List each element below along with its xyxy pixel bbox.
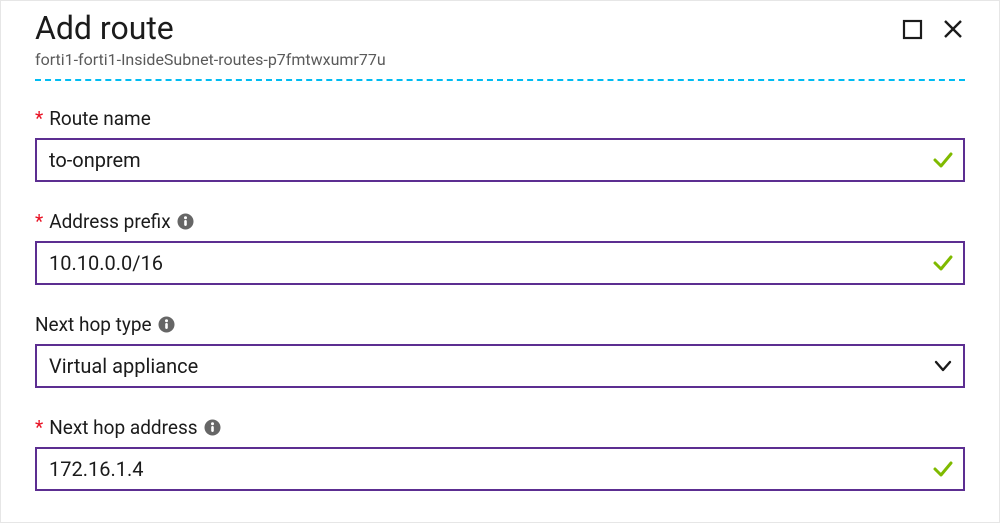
next-hop-type-group: Next hop type Virtual appliance [35, 313, 965, 388]
address-prefix-label: Address prefix [49, 210, 170, 233]
blade-title: Add route [35, 11, 886, 46]
next-hop-type-select[interactable]: Virtual appliance [35, 344, 965, 388]
address-prefix-group: * Address prefix [35, 210, 965, 285]
required-star: * [35, 418, 43, 437]
next-hop-address-input[interactable] [35, 447, 965, 491]
route-name-input[interactable] [35, 138, 965, 182]
next-hop-type-input-wrap: Virtual appliance [35, 344, 965, 388]
required-star: * [35, 212, 43, 231]
address-prefix-input-wrap [35, 241, 965, 285]
add-route-blade: Add route forti1-forti1-InsideSubnet-rou… [1, 1, 999, 511]
route-name-group: * Route name [35, 107, 965, 182]
next-hop-type-label: Next hop type [35, 313, 152, 336]
title-block: Add route forti1-forti1-InsideSubnet-rou… [35, 11, 886, 69]
blade-subtitle: forti1-forti1-InsideSubnet-routes-p7fmtw… [35, 50, 886, 69]
next-hop-address-input-wrap [35, 447, 965, 491]
address-prefix-label-row: * Address prefix [35, 210, 965, 233]
next-hop-address-group: * Next hop address [35, 416, 965, 491]
next-hop-type-label-row: Next hop type [35, 313, 965, 336]
info-icon[interactable] [177, 213, 194, 230]
route-name-label: Route name [49, 107, 151, 130]
route-name-input-wrap [35, 138, 965, 182]
header-divider [35, 79, 965, 81]
window-controls [902, 17, 965, 45]
info-icon[interactable] [204, 419, 221, 436]
maximize-icon[interactable] [902, 19, 923, 44]
route-name-label-row: * Route name [35, 107, 965, 130]
blade-header: Add route forti1-forti1-InsideSubnet-rou… [35, 11, 965, 69]
required-star: * [35, 109, 43, 128]
next-hop-address-label-row: * Next hop address [35, 416, 965, 439]
close-icon[interactable] [941, 17, 965, 45]
info-icon[interactable] [158, 316, 175, 333]
address-prefix-input[interactable] [35, 241, 965, 285]
next-hop-address-label: Next hop address [49, 416, 197, 439]
